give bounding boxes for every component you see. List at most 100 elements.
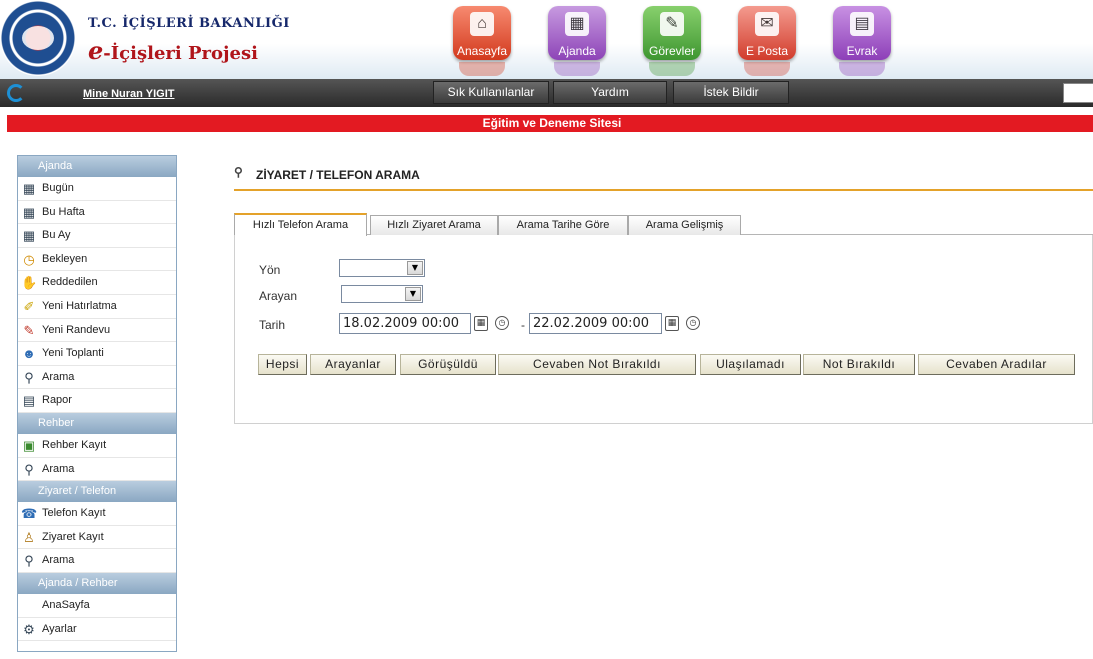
tab-hizli-ziyaret-arama[interactable]: Hızlı Ziyaret Arama [370,215,498,235]
sidebar-item-label: Yeni Hatırlatma [42,299,117,312]
ministry-logo [0,0,76,76]
stop-hand-icon: ✋ [21,275,38,291]
reminder-icon: ✐ [23,298,35,314]
chevron-down-icon: ▼ [405,287,421,301]
sidebar-section-rehber: Rehber [18,412,176,434]
sidebar: Ajanda ▦ Bugün ▦ Bu Hafta ▦ Bu Ay ◷ Bekleyen… [17,155,177,652]
search-icon: ⚲ [24,461,34,477]
sidebar-item-label: Bekleyen [42,252,88,265]
sidebar-item-yeni-randevu[interactable]: ✎ Yeni Randevu [18,319,176,343]
sidebar-item-bu-hafta[interactable]: ▦ Bu Hafta [18,201,176,225]
refresh-icon[interactable] [7,84,25,102]
sidebar-item-bu-ay[interactable]: ▦ Bu Ay [18,224,176,248]
sidebar-item-label: Yeni Randevu [42,323,111,336]
date-to-input[interactable]: 22.02.2009 00:00 [529,313,662,334]
arayanlar-button[interactable]: Arayanlar [310,354,396,375]
sidebar-section-ajanda: Ajanda [18,156,176,177]
sidebar-item-rehber-kayit[interactable]: ▣ Rehber Kayıt [18,434,176,458]
ministry-name: T.C. İÇİŞLERİ BAKANLIĞI [88,16,290,31]
chevron-down-icon: ▼ [407,261,423,275]
sidebar-item-arama[interactable]: ⚲ Arama [18,366,176,390]
phone-icon: ☎ [21,506,38,522]
tab-bar: Hızlı Telefon Arama Hızlı Ziyaret Arama … [234,213,1093,236]
sidebar-item-label: Arama [42,370,75,383]
search-icon: ⚲ [234,165,243,179]
hepsi-button[interactable]: Hepsi [258,354,307,375]
arayan-select[interactable]: ▼ [341,285,423,303]
anasayfa-label: Anasayfa [456,44,508,58]
sidebar-item-label: Arama [42,554,75,567]
tab-arama-gelismis[interactable]: Arama Gelişmiş [628,215,741,235]
anasayfa-tile[interactable]: ⌂ Anasayfa [453,6,511,76]
cevaben-not-birakildi-button[interactable]: Cevaben Not Bırakıldı [498,354,696,375]
sidebar-item-ziyaret-kayit[interactable]: ♙ Ziyaret Kayıt [18,526,176,550]
not-birakildi-button[interactable]: Not Bırakıldı [803,354,915,375]
arayan-label: Arayan [259,289,298,303]
clock-icon[interactable]: ◷ [495,316,509,330]
report-icon: ▤ [22,393,36,409]
meeting-icon: ☻ [22,346,36,362]
sidebar-item-rehber-arama[interactable]: ⚲ Arama [18,458,176,482]
sidebar-item-label: Ayarlar [42,622,77,635]
sidebar-item-label: Telefon Kayıt [42,507,106,520]
page-title-text: ZİYARET / TELEFON ARAMA [256,168,420,182]
gorusuldu-button[interactable]: Görüşüldü [400,354,496,375]
sidebar-item-anasayfa[interactable]: AnaSayfa [18,594,176,618]
sidebar-item-rapor[interactable]: ▤ Rapor [18,389,176,413]
sidebar-item-ziyaret-arama[interactable]: ⚲ Arama [18,549,176,573]
sidebar-item-yeni-toplanti[interactable]: ☻ Yeni Toplanti [18,342,176,366]
app-header: T.C. İÇİŞLERİ BAKANLIĞI e-İçişleri Proje… [0,0,1093,79]
tab-hizli-telefon-arama[interactable]: Hızlı Telefon Arama [234,213,367,236]
project-title: -İçişleri Projesi [103,43,258,64]
cevaben-aradilar-button[interactable]: Cevaben Aradılar [918,354,1075,375]
search-icon: ⚲ [24,369,34,385]
sidebar-item-label: Yeni Toplanti [42,347,104,360]
calendar-icon[interactable]: ▦ [665,316,679,331]
ajanda-tile[interactable]: ▦ Ajanda [548,6,606,76]
appointment-icon: ✎ [23,322,35,338]
sidebar-item-label: Arama [42,462,75,475]
sidebar-item-yeni-hatirlatma[interactable]: ✐ Yeni Hatırlatma [18,295,176,319]
sidebar-item-label: Bugün [42,182,74,194]
sidebar-item-bugun[interactable]: ▦ Bugün [18,177,176,201]
calendar-icon[interactable]: ▦ [474,316,488,331]
yon-select[interactable]: ▼ [339,259,425,277]
evrak-tile[interactable]: ▤ Evrak [833,6,891,76]
sidebar-item-label: Rehber Kayıt [42,438,107,451]
sidebar-item-telefon-kayit[interactable]: ☎ Telefon Kayıt [18,502,176,526]
tarih-label: Tarih [259,318,286,332]
yon-label: Yön [259,263,281,277]
main-content: ⚲ ZİYARET / TELEFON ARAMA Hızlı Telefon A… [234,163,1093,424]
sidebar-item-label: Reddedilen [42,276,98,289]
calendar-icon: ▦ [22,204,36,220]
date-from-input[interactable]: 18.02.2009 00:00 [339,313,471,334]
contacts-icon: ▣ [22,437,36,453]
request-button[interactable]: İstek Bildir [673,81,789,104]
eposta-tile[interactable]: ✉ E Posta [738,6,796,76]
top-search-input[interactable] [1063,83,1093,103]
gear-icon: ⚙ [23,621,35,637]
page-title: ⚲ ZİYARET / TELEFON ARAMA [234,163,1093,191]
project-e: e [88,36,104,65]
tab-arama-tarihe-gore[interactable]: Arama Tarihe Göre [498,215,628,235]
favorites-button[interactable]: Sık Kullanılanlar [433,81,549,104]
calendar-icon: ▦ [22,181,36,196]
visitor-icon: ♙ [23,529,35,545]
clock-icon[interactable]: ◷ [686,316,700,330]
search-panel: Yön ▼ Arayan ▼ Tarih 18.02.2009 00:00 ▦ … [234,235,1093,424]
eposta-label: E Posta [745,44,789,58]
clock-icon: ◷ [23,251,35,267]
gorevler-tile[interactable]: ✎ Görevler [643,6,701,76]
evrak-label: Evrak [846,44,878,58]
mail-icon: ✉ [755,12,779,36]
sidebar-item-reddedilen[interactable]: ✋ Reddedilen [18,271,176,295]
ulasilamadi-button[interactable]: Ulaşılamadı [700,354,801,375]
sidebar-item-label: Bu Hafta [42,205,85,218]
sidebar-item-bekleyen[interactable]: ◷ Bekleyen [18,248,176,272]
search-icon: ⚲ [24,553,34,569]
sidebar-item-ayarlar[interactable]: ⚙ Ayarlar [18,618,176,642]
help-button[interactable]: Yardım [553,81,667,104]
sidebar-item-label: Bu Ay [42,229,71,242]
user-name-link[interactable]: Mine Nuran YIGIT [83,88,174,100]
gorevler-label: Görevler [648,44,695,58]
